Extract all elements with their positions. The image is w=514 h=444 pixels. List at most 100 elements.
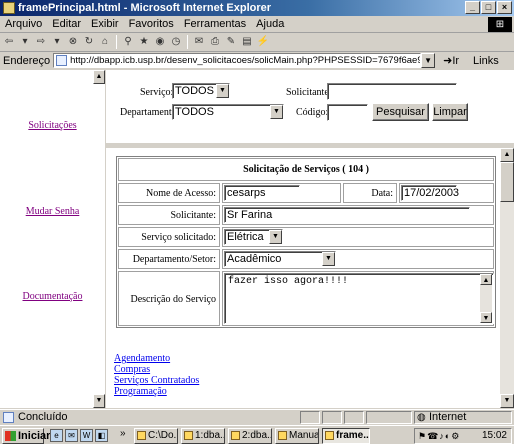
quicklaunch-more-icon[interactable]: » [120,428,126,439]
task-button[interactable]: 1:dba... [181,428,225,444]
menu-arquivo[interactable]: Arquivo [0,16,47,30]
windows-logo-icon: ⊞ [488,17,512,32]
menu-favoritos[interactable]: Favoritos [124,16,179,30]
menu-exibir[interactable]: Exibir [86,16,124,30]
system-tray: ⚑☎♪◐⚙ 15:02 [414,428,512,444]
page-done-icon [3,412,14,423]
start-button[interactable]: Iniciar [2,428,50,444]
textarea-scrollbar[interactable]: ▲ ▼ [480,274,492,323]
outlook-quicklaunch-icon[interactable]: ✉ [65,429,78,442]
print-icon[interactable]: ⎙ [208,35,222,49]
scroll-up-icon[interactable]: ▲ [480,274,492,285]
form-servico-select[interactable]: Elétrica ▼ [224,229,283,245]
nav-link-documentacao[interactable]: Documentação [0,291,105,302]
descricao-label-cell: Descrição do Serviço [118,271,220,326]
task-label: 2:dba... [242,430,271,441]
app-quicklaunch-icon[interactable]: ◧ [95,429,108,442]
form-departamento-select[interactable]: Acadêmico ▼ [224,251,336,267]
scroll-thumb[interactable] [500,162,514,202]
form-departamento-label: Departamento/Setor: [132,254,216,265]
codigo-input[interactable] [327,104,368,121]
history-icon[interactable]: ◷ [169,35,183,49]
stop-icon[interactable]: ⊗ [66,35,80,49]
menu-ajuda[interactable]: Ajuda [251,16,289,30]
toolbar-separator [116,35,117,49]
task-button[interactable]: 2:dba... [228,428,272,444]
scroll-up-icon[interactable]: ▲ [500,148,514,162]
chevron-down-icon: ▼ [270,105,283,119]
menu-editar[interactable]: Editar [47,16,86,30]
task-label: 1:dba... [195,430,224,441]
links-button[interactable]: Links [473,55,499,67]
scroll-down-icon[interactable]: ▼ [93,394,105,408]
task-button-active[interactable]: frame... [322,428,370,444]
data-input[interactable]: 17/02/2003 [401,185,459,201]
left-frame-scrollbar[interactable]: ▲ ▼ [93,70,105,408]
mail-icon[interactable]: ✉ [192,35,206,49]
solicitante-input[interactable] [327,83,457,100]
status-pane [344,411,364,424]
chevron-down-icon: ▼ [322,252,335,266]
servico-label: Serviço: [140,87,174,98]
departamento-select[interactable]: TODOS ▼ [172,104,284,120]
zone-text: Internet [429,411,467,423]
data-label-cell: Data: [343,183,397,203]
minimize-button[interactable]: _ [465,1,480,14]
scroll-down-icon[interactable]: ▼ [480,312,492,323]
form-servico-value: Elétrica [227,231,264,243]
discuss-icon[interactable]: ▤ [240,35,254,49]
home-icon[interactable]: ⌂ [98,35,112,49]
go-button[interactable]: ➜Ir [443,54,459,67]
maximize-button[interactable]: □ [481,1,496,14]
nome-acesso-label-cell: Nome de Acesso: [118,183,220,203]
form-departamento-value: Acadêmico [227,253,282,265]
nome-acesso-input[interactable]: cesarps [224,185,300,201]
start-label: Iniciar [18,430,51,442]
refresh-icon[interactable]: ↻ [82,35,96,49]
scroll-down-icon[interactable]: ▼ [500,394,514,408]
servico-select[interactable]: TODOS ▼ [172,83,230,99]
menu-ferramentas[interactable]: Ferramentas [179,16,251,30]
back-dropdown-icon[interactable]: ▾ [18,35,32,49]
back-icon[interactable]: ⇦ [2,35,16,49]
main-scrollbar[interactable]: ▲ ▼ [500,148,514,408]
search-icon[interactable]: ⚲ [121,35,135,49]
app-icon [231,431,240,440]
scroll-up-icon[interactable]: ▲ [93,70,105,84]
form-solicitante-input[interactable]: Sr Farina [224,207,470,223]
messenger-icon[interactable]: ⚡ [256,35,270,49]
task-button[interactable]: Manua... [275,428,319,444]
edit-icon[interactable]: ✎ [224,35,238,49]
limpar-button[interactable]: Limpar [432,103,468,121]
link-compras[interactable]: Compras [114,364,150,375]
toolbar-separator [187,35,188,49]
nav-link-mudar-senha[interactable]: Mudar Senha [0,206,105,217]
descricao-textarea[interactable]: fazer isso agora!!!! [224,273,494,324]
pesquisar-button[interactable]: Pesquisar [372,103,429,121]
link-agendamento[interactable]: Agendamento [114,353,170,364]
forward-dropdown-icon[interactable]: ▾ [50,35,64,49]
address-dropdown-icon[interactable]: ▼ [421,53,436,68]
ie-quicklaunch-icon[interactable]: e [50,429,63,442]
word-quicklaunch-icon[interactable]: W [80,429,93,442]
close-button[interactable]: × [497,1,512,14]
nav-link-solicitacoes[interactable]: Solicitações [0,120,105,131]
link-servicos-contratados[interactable]: Serviços Contratados [114,375,199,386]
forward-icon[interactable]: ⇨ [34,35,48,49]
ie-icon [325,431,334,440]
window-title-bar[interactable]: framePrincipal.html - Microsoft Internet… [0,0,514,16]
address-input[interactable]: http://dbapp.icb.usp.br/desenv_solicitac… [53,53,422,68]
solicitante-label: Solicitante: [286,87,332,98]
media-icon[interactable]: ◉ [153,35,167,49]
status-pane [322,411,342,424]
address-bar: Endereço http://dbapp.icb.usp.br/desenv_… [0,52,514,69]
departamento-cell: Acadêmico ▼ [222,249,494,269]
tray-icons[interactable]: ⚑☎♪◐⚙ [418,429,460,443]
task-label: Manua... [289,430,318,441]
task-button[interactable]: C:\Do... [134,428,178,444]
chevron-down-icon: ▼ [216,84,229,98]
favorites-icon[interactable]: ★ [137,35,151,49]
link-programacao[interactable]: Programação [114,386,167,397]
search-frame: Serviço: TODOS ▼ Solicitante: Departamen… [106,70,514,146]
windows-flag-icon [5,431,16,441]
